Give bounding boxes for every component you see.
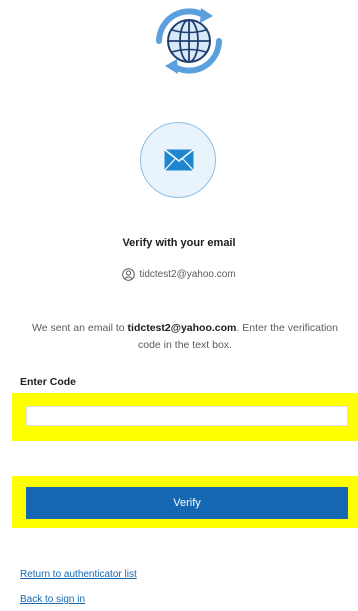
authenticator-icon-badge xyxy=(140,122,216,198)
user-circle-icon xyxy=(122,268,136,281)
instructions-email: tidctest2@yahoo.com xyxy=(127,322,237,334)
envelope-icon xyxy=(164,149,194,171)
user-identifier: tidctest2@yahoo.com xyxy=(0,268,358,281)
verify-button[interactable]: Verify xyxy=(26,487,348,519)
verification-code-input[interactable] xyxy=(26,406,348,426)
return-to-authenticator-list-link[interactable]: Return to authenticator list xyxy=(20,569,137,580)
instructions-prefix: We sent an email to xyxy=(32,322,128,334)
back-to-sign-in-link[interactable]: Back to sign in xyxy=(20,594,85,605)
brand-logo xyxy=(145,6,233,76)
instructions-text: We sent an email to tidctest2@yahoo.com.… xyxy=(22,320,348,354)
page-title: Verify with your email xyxy=(122,237,236,249)
code-label: Enter Code xyxy=(20,376,77,388)
globe-refresh-icon xyxy=(156,8,222,74)
identifier-email: tidctest2@yahoo.com xyxy=(139,269,236,280)
